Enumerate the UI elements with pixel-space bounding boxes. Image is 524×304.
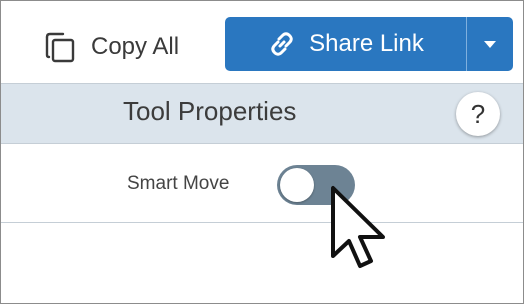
property-row-smart-move: Smart Move xyxy=(1,144,523,223)
share-link-split-button: Share Link xyxy=(225,17,513,71)
share-link-label: Share Link xyxy=(309,30,424,57)
toggle-knob xyxy=(280,168,314,202)
copy-all-label: Copy All xyxy=(91,33,180,60)
toolbar: Copy All Share Link xyxy=(1,1,523,84)
smart-move-toggle[interactable] xyxy=(277,165,355,205)
panel-title: Tool Properties xyxy=(123,96,297,126)
help-button[interactable]: ? xyxy=(456,92,500,136)
share-link-dropdown-button[interactable] xyxy=(467,17,513,71)
share-link-button[interactable]: Share Link xyxy=(225,17,467,71)
smart-move-label: Smart Move xyxy=(127,173,230,194)
caret-down-icon xyxy=(484,40,496,48)
link-icon xyxy=(267,29,297,59)
copy-all-button[interactable]: Copy All xyxy=(43,31,179,63)
panel-header: Tool Properties ? xyxy=(1,84,523,144)
tool-properties-window: Copy All Share Link Tool Properties ? Sm… xyxy=(0,0,524,304)
copy-icon xyxy=(43,31,77,63)
